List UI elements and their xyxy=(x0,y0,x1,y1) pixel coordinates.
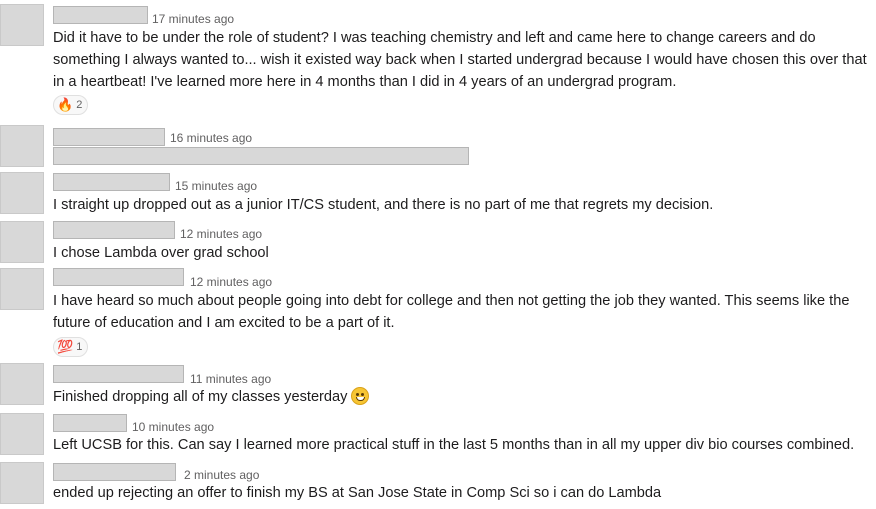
message-text: I straight up dropped out as a junior IT… xyxy=(53,197,714,213)
reaction-count: 1 xyxy=(76,341,83,353)
redacted-message-text xyxy=(53,147,469,165)
avatar[interactable] xyxy=(0,125,44,167)
redacted-username[interactable] xyxy=(53,268,184,286)
message-timestamp[interactable]: 16 minutes ago xyxy=(170,130,252,146)
reaction-badge[interactable]: 💯 1 xyxy=(53,337,89,357)
reaction-count: 2 xyxy=(76,99,83,111)
message-timestamp[interactable]: 11 minutes ago xyxy=(190,371,271,387)
message-text: Finished dropping all of my classes yest… xyxy=(53,386,871,408)
message-text: Left UCSB for this. Can say I learned mo… xyxy=(53,437,855,453)
avatar[interactable] xyxy=(0,413,44,455)
redacted-username[interactable] xyxy=(53,6,148,24)
message-timestamp[interactable]: 15 minutes ago xyxy=(175,178,257,194)
avatar[interactable] xyxy=(0,268,44,310)
avatar[interactable] xyxy=(0,363,44,405)
redacted-username[interactable] xyxy=(53,221,175,239)
redacted-username[interactable] xyxy=(53,365,184,383)
message-timestamp[interactable]: 12 minutes ago xyxy=(190,274,272,290)
message-text: I chose Lambda over grad school xyxy=(53,245,269,261)
avatar[interactable] xyxy=(0,4,44,46)
reaction-badge[interactable]: 🔥 2 xyxy=(53,95,89,115)
message-text-content: Finished dropping all of my classes yest… xyxy=(53,389,348,405)
message-timestamp[interactable]: 2 minutes ago xyxy=(184,467,259,483)
redacted-username[interactable] xyxy=(53,414,127,432)
avatar[interactable] xyxy=(0,221,44,263)
avatar[interactable] xyxy=(0,172,44,214)
message-text: I have heard so much about people going … xyxy=(53,293,850,331)
message-timestamp[interactable]: 12 minutes ago xyxy=(180,226,262,242)
redacted-username[interactable] xyxy=(53,173,170,191)
message-text: Did it have to be under the role of stud… xyxy=(53,30,867,90)
redacted-username[interactable] xyxy=(53,463,176,481)
hundred-points-icon: 💯 xyxy=(57,339,74,354)
fire-icon: 🔥 xyxy=(57,97,74,112)
message-timestamp[interactable]: 10 minutes ago xyxy=(132,419,214,435)
message-timestamp[interactable]: 17 minutes ago xyxy=(152,11,234,27)
redacted-username[interactable] xyxy=(53,128,165,146)
message-text: ended up rejecting an offer to finish my… xyxy=(53,485,662,501)
smile-emoji-icon xyxy=(351,387,370,405)
avatar[interactable] xyxy=(0,462,44,504)
